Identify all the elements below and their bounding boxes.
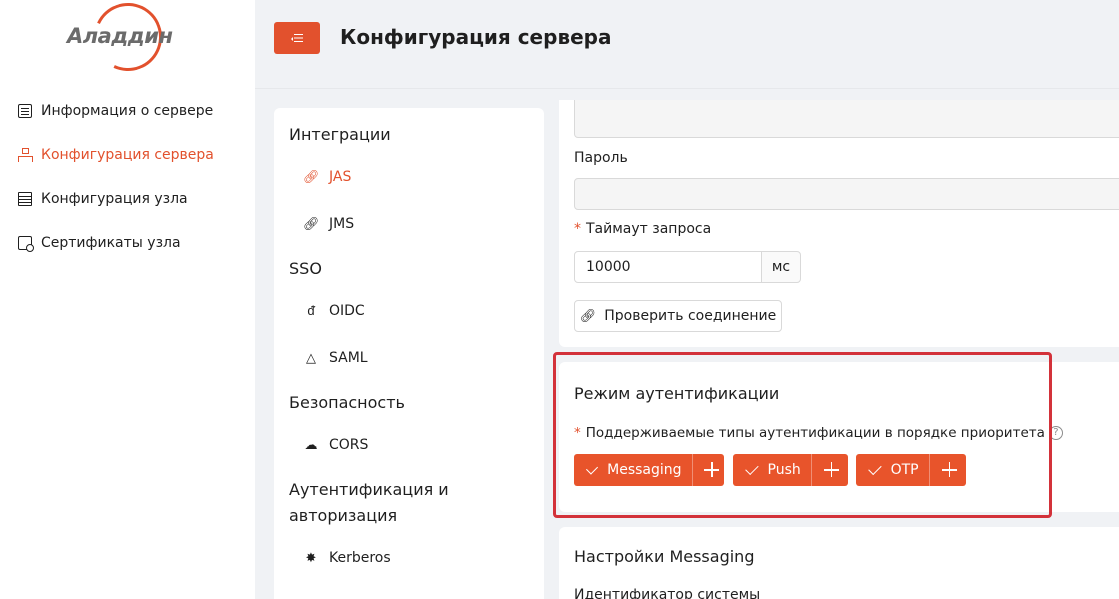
check-icon	[586, 462, 599, 475]
auth-tag-otp[interactable]: OTP	[856, 454, 966, 486]
sidebar-item-node-certificates[interactable]: Сертификаты узла	[18, 232, 181, 254]
auth-mode-title: Режим аутентификации	[574, 384, 780, 403]
aladdin-logo[interactable]: Аладдин	[64, 0, 173, 81]
saml-icon: △	[306, 350, 316, 366]
menu-fold-icon	[291, 33, 303, 43]
previous-field-input[interactable]	[574, 100, 1119, 138]
check-icon	[745, 461, 759, 476]
password-input[interactable]	[574, 178, 1119, 210]
integration-label: JAS	[329, 169, 352, 185]
link-icon: 🔗︎	[579, 308, 597, 324]
sidebar-item-node-config[interactable]: Конфигурация узла	[18, 188, 188, 210]
auth-tag-label: Push	[767, 462, 801, 478]
drag-move-icon[interactable]	[812, 454, 848, 486]
document-icon	[18, 104, 32, 118]
timeout-input[interactable]: 10000	[574, 251, 762, 283]
help-icon[interactable]: ?	[1048, 426, 1063, 440]
password-label: Пароль	[574, 150, 628, 166]
header-divider	[255, 88, 1119, 89]
auth-tag-push[interactable]: Push	[733, 454, 848, 486]
integration-label: Kerberos	[329, 550, 391, 566]
group-title-sso: SSO	[289, 259, 322, 278]
auth-tag-label: OTP	[890, 462, 919, 478]
timeout-unit: мс	[761, 251, 801, 283]
network-icon	[18, 148, 33, 162]
sidebar-item-server-info[interactable]: Информация о сервере	[18, 100, 213, 122]
check-icon	[868, 461, 882, 476]
page-title: Конфигурация сервера	[340, 25, 612, 49]
messaging-settings-title: Настройки Messaging	[574, 547, 755, 566]
logo-text: Аладдин	[67, 24, 173, 48]
sidebar-item-server-config[interactable]: Конфигурация сервера	[18, 144, 214, 166]
integration-item-saml[interactable]: △ SAML	[303, 347, 368, 369]
sidebar: Аладдин Информация о сервере Конфигураци…	[0, 0, 255, 599]
group-title-authn-authz-line2: авторизация	[289, 506, 398, 525]
auth-tag-label: Messaging	[607, 462, 682, 478]
sidebar-item-label: Конфигурация сервера	[41, 147, 214, 163]
integration-item-jas[interactable]: 🔗︎ JAS	[303, 166, 351, 188]
group-title-integrations: Интеграции	[289, 125, 391, 144]
link-icon: 🔗︎	[303, 216, 320, 232]
check-connection-button[interactable]: 🔗︎ Проверить соединение	[574, 300, 782, 332]
system-id-label: Идентификатор системы	[574, 587, 761, 599]
group-title-authn-authz: Аутентификация и	[289, 480, 449, 499]
integration-item-cors[interactable]: ☁ CORS	[303, 434, 369, 456]
link-icon: 🔗︎	[303, 169, 320, 185]
drag-move-icon[interactable]	[692, 454, 724, 486]
integration-label: OIDC	[329, 303, 365, 319]
integration-item-jms[interactable]: 🔗︎ JMS	[303, 213, 354, 235]
certificate-icon	[18, 236, 34, 252]
server-icon	[18, 192, 32, 206]
cloud-icon: ☁	[304, 437, 318, 453]
openid-icon: ᵭ	[307, 304, 315, 319]
integration-label: CORS	[329, 437, 369, 453]
supported-types-label: * Поддерживаемые типы аутентификации в по…	[574, 425, 1063, 441]
group-title-security: Безопасность	[289, 393, 405, 412]
integration-label: JMS	[329, 216, 355, 232]
sidebar-item-label: Сертификаты узла	[41, 235, 181, 251]
auth-tag-messaging[interactable]: Messaging	[574, 454, 724, 486]
integrations-panel: Интеграции 🔗︎ JAS 🔗︎ JMS SSO ᵭ OIDC △ SA…	[274, 108, 544, 599]
drag-move-icon[interactable]	[930, 454, 966, 486]
kerberos-icon: ✸	[305, 550, 317, 566]
integration-item-oidc[interactable]: ᵭ OIDC	[303, 300, 365, 322]
sidebar-item-label: Информация о сервере	[41, 103, 214, 119]
integration-item-kerberos[interactable]: ✸ Kerberos	[303, 547, 391, 569]
sidebar-item-label: Конфигурация узла	[41, 191, 188, 207]
check-connection-label: Проверить соединение	[604, 308, 777, 324]
integration-label: SAML	[329, 350, 368, 366]
menu-toggle-button[interactable]	[274, 22, 320, 54]
timeout-label: * Таймаут запроса	[574, 221, 712, 237]
